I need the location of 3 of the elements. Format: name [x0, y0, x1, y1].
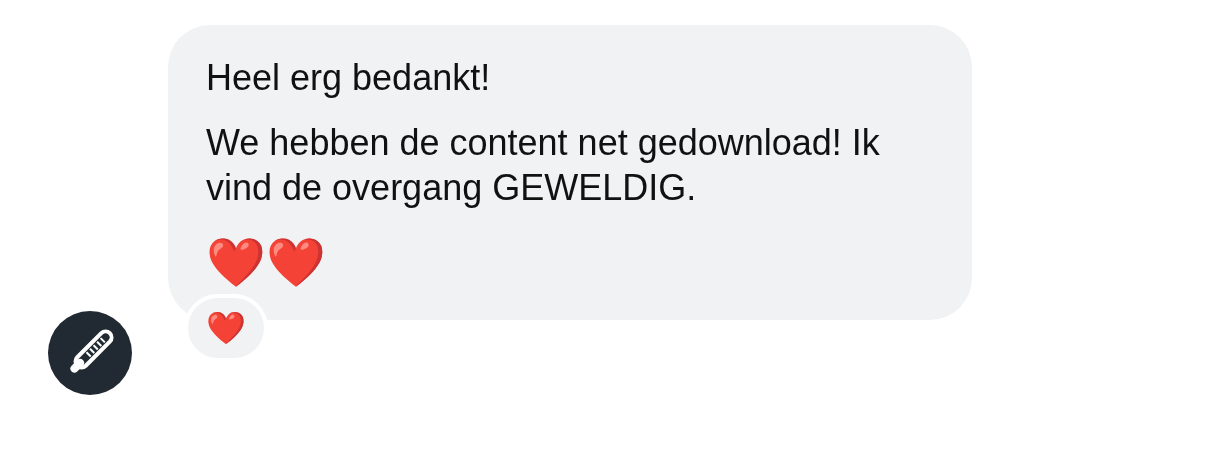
- message-text: We hebben de content net gedownload! Ik vind de overgang GEWELDIG.: [206, 121, 881, 210]
- emoji-text: ❤❤: [206, 234, 326, 290]
- message-text: Heel erg bedankt!: [206, 56, 492, 100]
